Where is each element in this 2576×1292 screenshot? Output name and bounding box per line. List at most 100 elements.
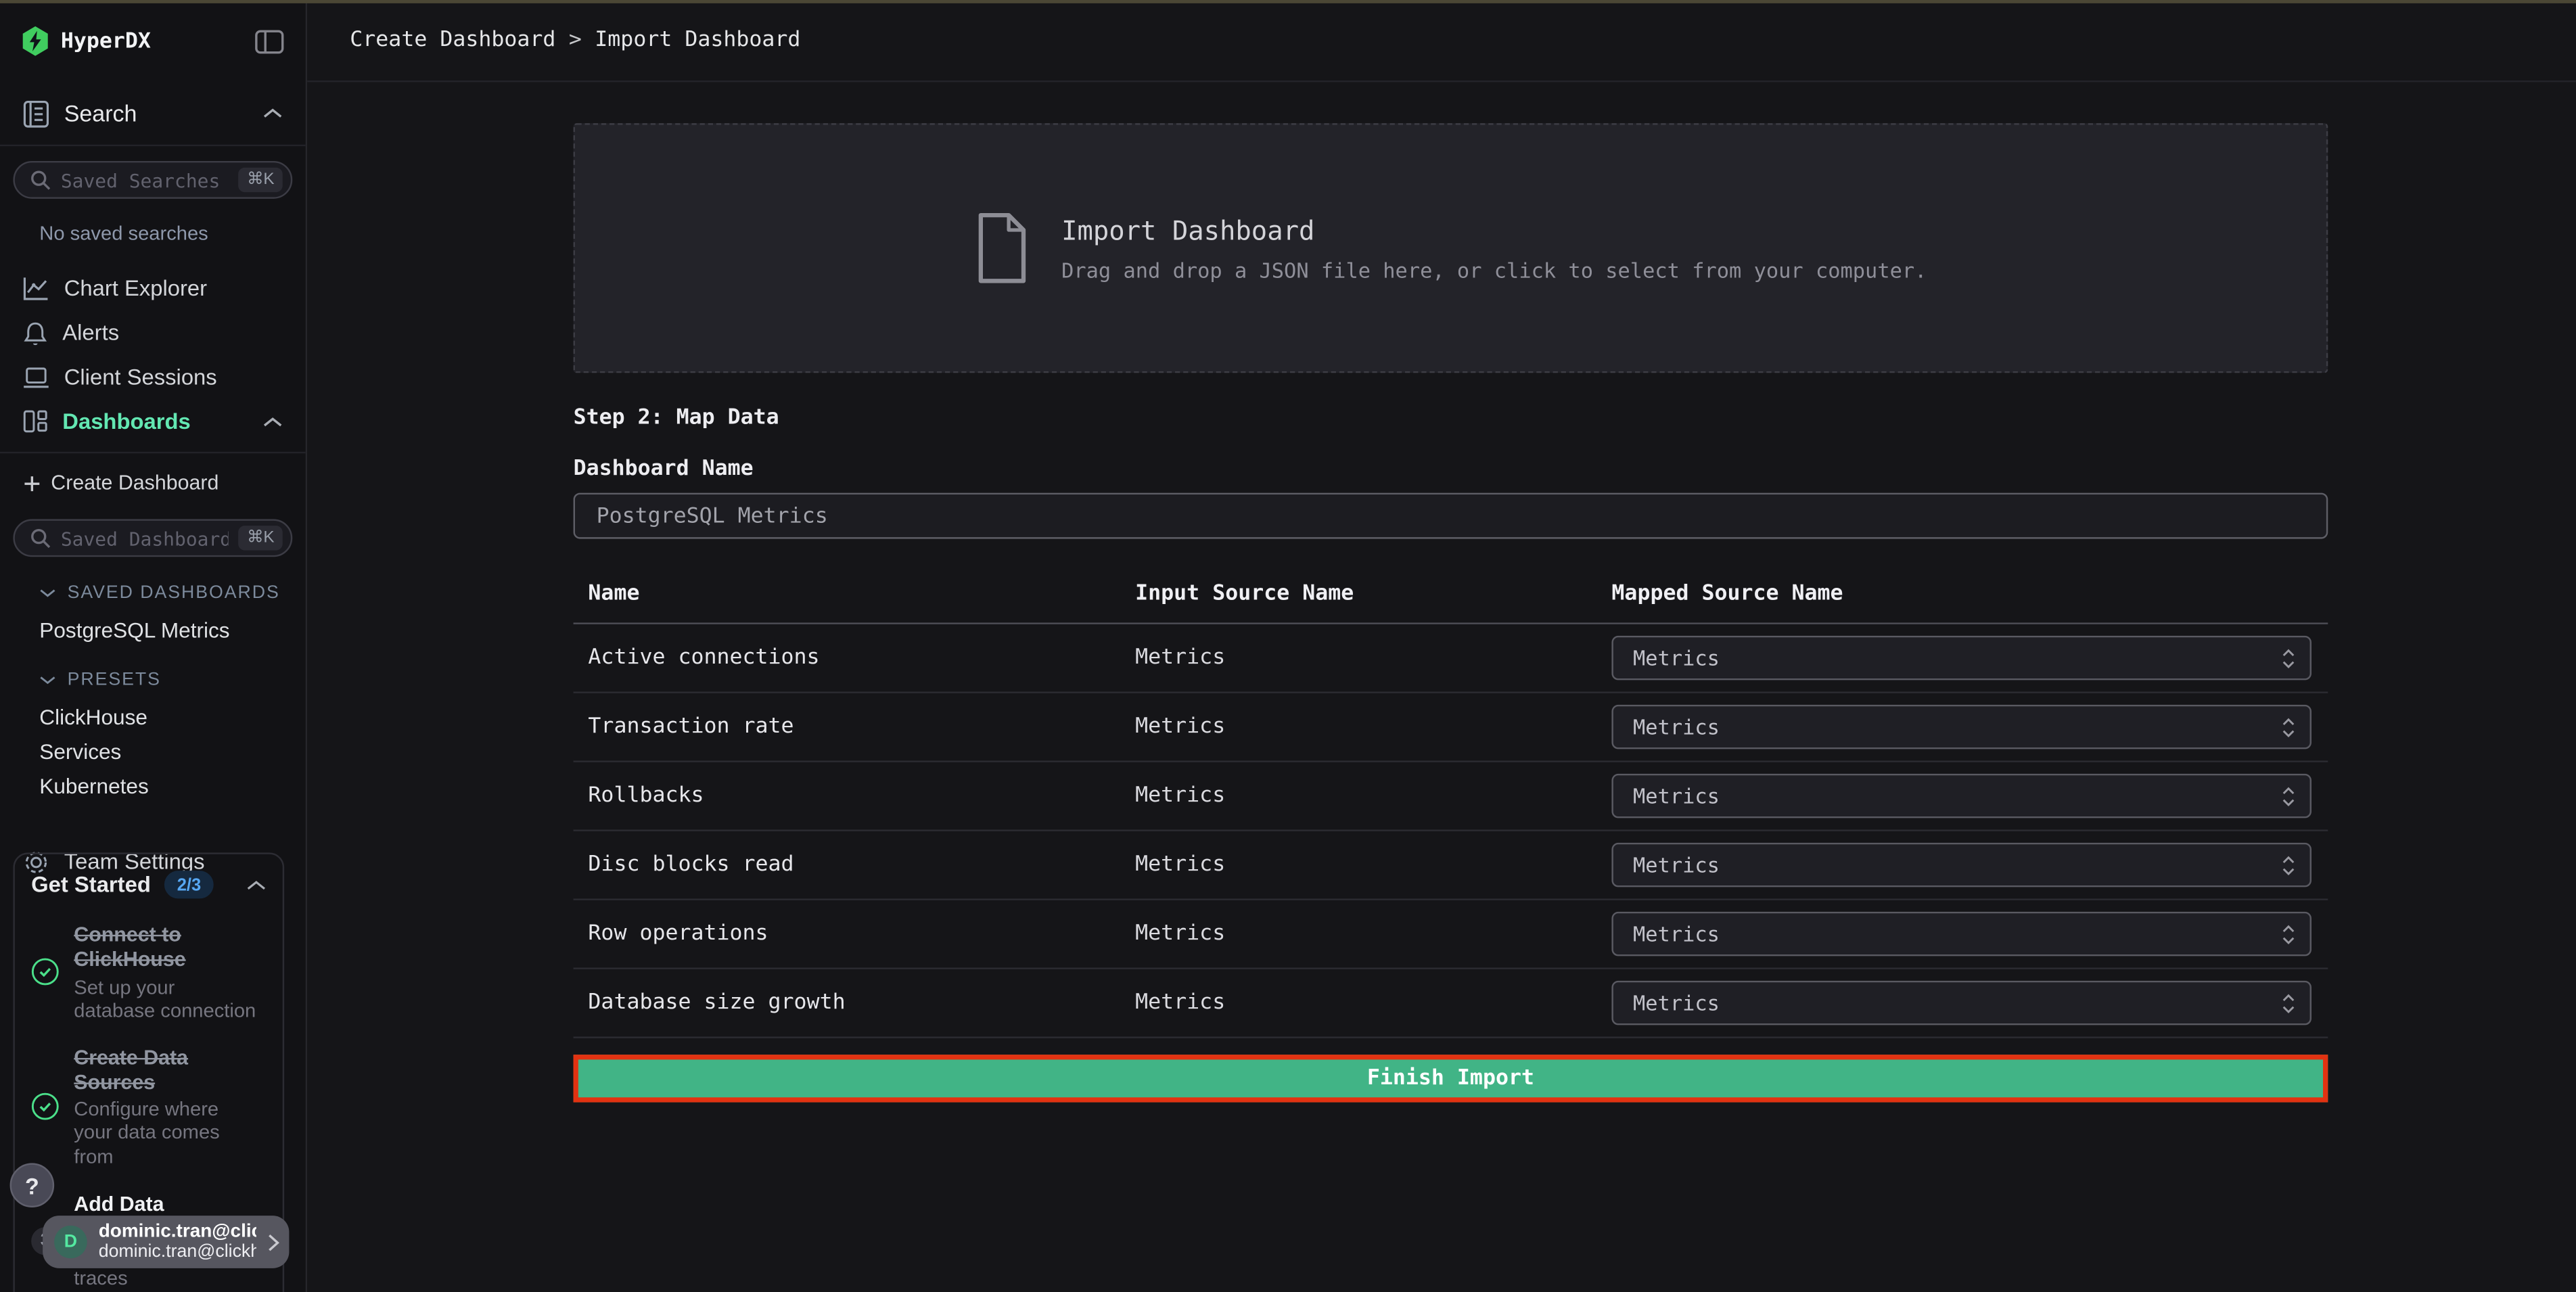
row-name: Disc blocks read: [588, 852, 1135, 877]
check-circle-icon: [31, 1093, 59, 1121]
create-dashboard-button[interactable]: Create Dashboard: [0, 461, 306, 504]
check-circle-icon: [31, 959, 59, 986]
get-started-item-sources[interactable]: Create Data Sources Configure where your…: [31, 1046, 266, 1168]
sidebar-item-dashboards[interactable]: Dashboards: [0, 399, 306, 444]
chevron-right-icon: [268, 1233, 279, 1251]
chevron-down-icon: [39, 588, 55, 598]
sidebar-item-client-sessions[interactable]: Client Sessions: [0, 355, 306, 400]
table-row: Active connections Metrics Metrics: [574, 624, 2328, 692]
group-header-label: PRESETS: [68, 670, 161, 690]
step-title: Step 2: Map Data: [574, 406, 2328, 430]
row-input-source: Metrics: [1135, 990, 1611, 1015]
search-icon: [30, 169, 51, 191]
row-name: Row operations: [588, 921, 1135, 946]
sidebar-section-search[interactable]: Search: [0, 82, 306, 144]
main-area: Create Dashboard>Import Dashboard Impor: [307, 0, 2576, 1292]
dashboard-grid-icon: [23, 409, 47, 434]
json-file-dropzone[interactable]: Import Dashboard Drag and drop a JSON fi…: [574, 123, 2328, 373]
file-icon: [974, 212, 1030, 284]
dashboard-name-label: Dashboard Name: [574, 457, 2328, 481]
list-item-label: ClickHouse: [39, 705, 147, 729]
table-row: Rollbacks Metrics Metrics: [574, 762, 2328, 830]
get-started-item-connect[interactable]: Connect to ClickHouse Set up your databa…: [31, 923, 266, 1021]
mapped-source-select[interactable]: Metrics: [1611, 981, 2312, 1025]
saved-searches-search[interactable]: ⌘K: [13, 161, 292, 199]
sidebar-collapse-icon[interactable]: [254, 28, 284, 53]
nav-label: Client Sessions: [64, 365, 283, 389]
select-chevrons-icon: [2282, 855, 2295, 875]
saved-dashboards-search[interactable]: ⌘K: [13, 519, 292, 557]
source-mapping-table: Name Input Source Name Mapped Source Nam…: [574, 565, 2328, 1038]
user-display-name: dominic.tran@clic...: [99, 1222, 256, 1242]
mapped-source-select[interactable]: Metrics: [1611, 912, 2312, 956]
finish-import-label: Finish Import: [1367, 1066, 1534, 1090]
preset-item-clickhouse[interactable]: ClickHouse: [0, 700, 306, 735]
table-row: Row operations Metrics Metrics: [574, 900, 2328, 968]
select-chevrons-icon: [2282, 648, 2295, 668]
logs-icon: [23, 99, 49, 127]
chevron-down-icon: [39, 675, 55, 685]
breadcrumb: Create Dashboard>Import Dashboard: [350, 28, 800, 52]
preset-item-services[interactable]: Services: [0, 735, 306, 769]
table-row: Transaction rate Metrics Metrics: [574, 693, 2328, 761]
saved-dashboards-input[interactable]: [61, 526, 229, 549]
laptop-icon: [23, 365, 49, 388]
page-header: Create Dashboard>Import Dashboard: [307, 0, 2576, 82]
select-chevrons-icon: [2282, 993, 2295, 1013]
mapped-source-select[interactable]: Metrics: [1611, 705, 2312, 749]
search-icon: [30, 528, 51, 549]
task-title: Create Data Sources: [74, 1046, 258, 1095]
select-chevrons-icon: [2282, 924, 2295, 944]
list-item-label: PostgreSQL Metrics: [39, 618, 229, 642]
sidebar-item-alerts[interactable]: Alerts: [0, 310, 306, 355]
help-button[interactable]: ?: [10, 1163, 55, 1207]
table-row: Disc blocks read Metrics Metrics: [574, 831, 2328, 899]
saved-searches-input[interactable]: [61, 168, 229, 191]
help-button-label: ?: [25, 1172, 39, 1199]
group-header-label: SAVED DASHBOARDS: [68, 583, 280, 603]
mapped-source-select[interactable]: Metrics: [1611, 774, 2312, 818]
task-title: Connect to ClickHouse: [74, 923, 258, 972]
column-header-input-source: Input Source Name: [1135, 582, 1611, 606]
no-saved-searches-text: No saved searches: [0, 199, 306, 245]
task-description: Set up your database connection: [74, 975, 258, 1021]
row-name: Active connections: [588, 645, 1135, 670]
row-name: Rollbacks: [588, 783, 1135, 808]
mapped-source-select[interactable]: Metrics: [1611, 843, 2312, 887]
dashboard-name-input[interactable]: [574, 493, 2328, 539]
row-name: Database size growth: [588, 990, 1135, 1015]
app-logo[interactable]: HyperDX: [22, 26, 151, 56]
chevron-up-icon: [263, 417, 283, 427]
nav-label: Chart Explorer: [64, 276, 283, 300]
row-input-source: Metrics: [1135, 645, 1611, 670]
saved-dashboard-item-postgresql-metrics[interactable]: PostgreSQL Metrics: [0, 613, 306, 647]
mapped-source-select[interactable]: Metrics: [1611, 636, 2312, 680]
app-name: HyperDX: [61, 28, 151, 53]
avatar: D: [54, 1226, 87, 1259]
row-input-source: Metrics: [1135, 852, 1611, 877]
breadcrumb-create-dashboard[interactable]: Create Dashboard: [350, 28, 555, 52]
chevron-up-icon[interactable]: [246, 879, 266, 890]
presets-group-header[interactable]: PRESETS: [0, 660, 306, 699]
shortcut-badge: ⌘K: [239, 168, 283, 192]
row-input-source: Metrics: [1135, 783, 1611, 808]
saved-dashboards-group-header[interactable]: SAVED DASHBOARDS: [0, 574, 306, 613]
row-name: Transaction rate: [588, 714, 1135, 739]
select-chevrons-icon: [2282, 786, 2295, 806]
list-item-label: Kubernetes: [39, 774, 148, 798]
row-input-source: Metrics: [1135, 714, 1611, 739]
task-title: Add Data: [74, 1193, 225, 1217]
dropzone-title: Import Dashboard: [1061, 214, 1927, 246]
plus-icon: [23, 474, 41, 492]
progress-badge: 2/3: [164, 871, 214, 898]
finish-import-button[interactable]: Finish Import: [574, 1055, 2328, 1102]
task-description: Configure where your data comes from: [74, 1098, 258, 1168]
nav-label: Dashboards: [62, 409, 248, 434]
sidebar-item-chart-explorer[interactable]: Chart Explorer: [0, 266, 306, 310]
sidebar: HyperDX: [0, 0, 307, 1292]
user-menu[interactable]: D dominic.tran@clic... dominic.tran@clic…: [43, 1216, 289, 1268]
preset-item-kubernetes[interactable]: Kubernetes: [0, 769, 306, 804]
bell-icon: [23, 319, 47, 346]
table-header-row: Name Input Source Name Mapped Source Nam…: [574, 565, 2328, 622]
create-dashboard-label: Create Dashboard: [51, 471, 218, 494]
